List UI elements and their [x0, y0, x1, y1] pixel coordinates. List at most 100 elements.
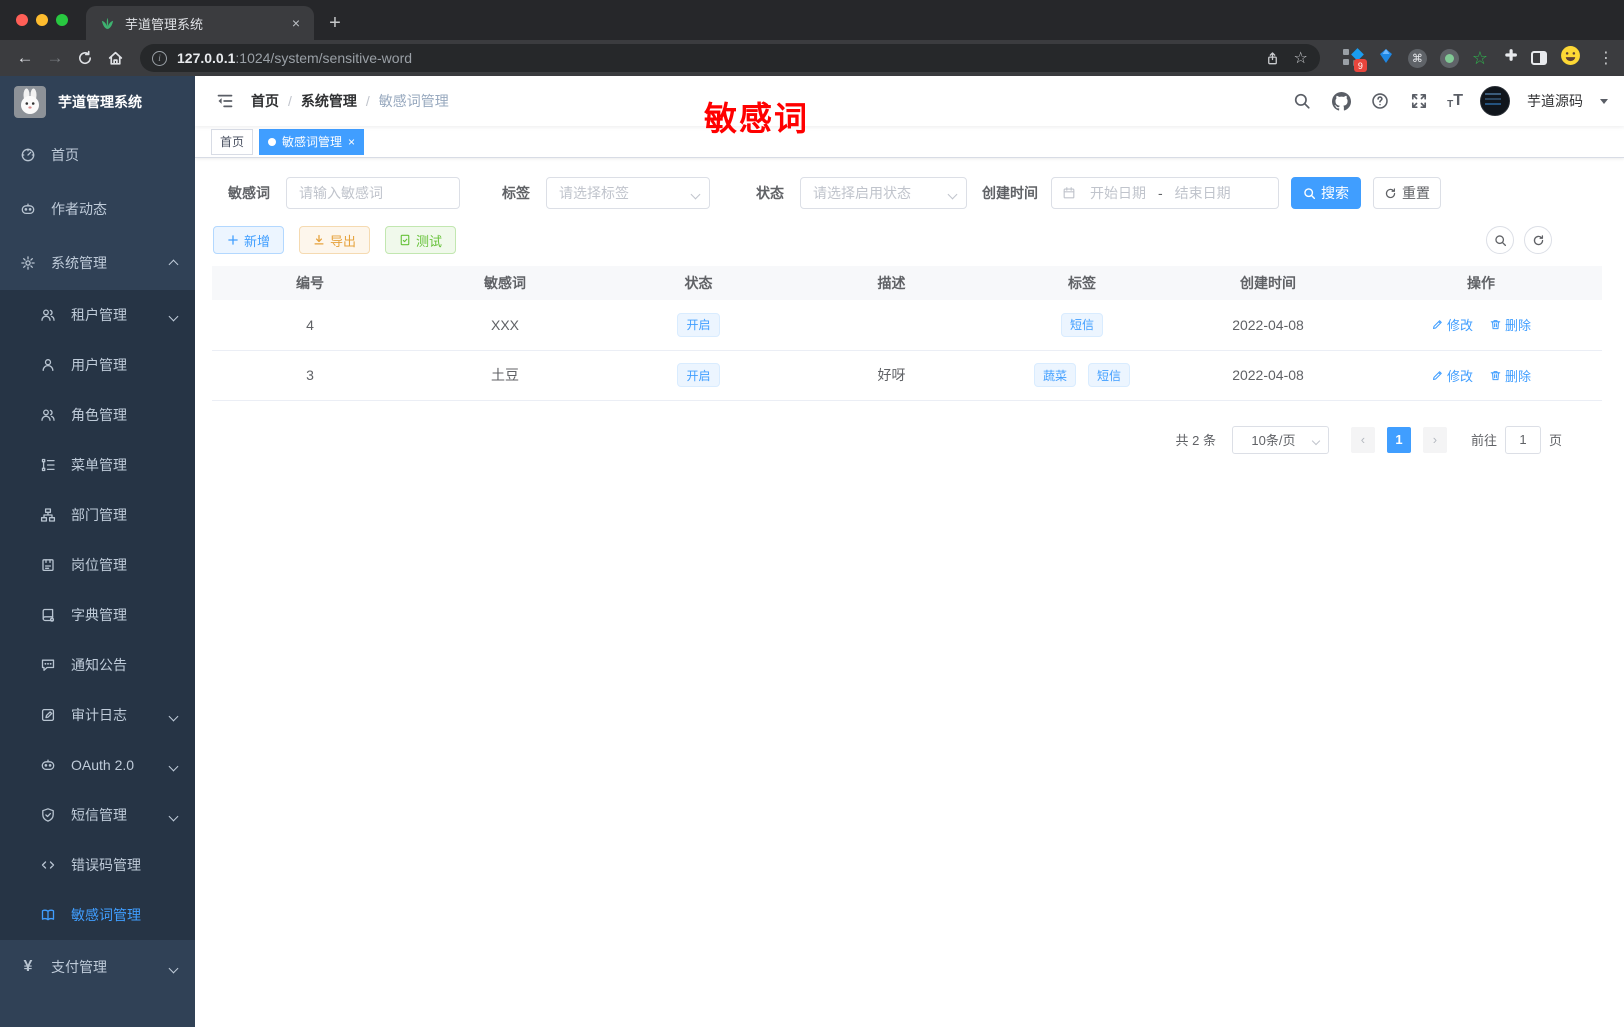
sidebar-item-sensitive-word[interactable]: 敏感词管理 — [0, 890, 195, 940]
tag-sensitive-word[interactable]: 敏感词管理 × — [259, 128, 365, 155]
current-page-button[interactable]: 1 — [1386, 426, 1411, 453]
sidebar-item-post[interactable]: 岗位管理 — [0, 540, 195, 590]
sidebar-item-label: 错误码管理 — [71, 857, 141, 873]
status-badge: 开启 — [677, 363, 720, 387]
sidebar-item-system[interactable]: 系统管理 — [0, 236, 195, 290]
tab-close-icon[interactable]: × — [288, 15, 304, 31]
add-button[interactable]: 新增 — [213, 226, 285, 254]
extension-blocks-icon[interactable]: 9 — [1342, 47, 1367, 72]
side-panel-icon[interactable] — [1531, 51, 1547, 65]
extension-gem-icon[interactable] — [1377, 47, 1395, 70]
header-search-icon[interactable] — [1291, 90, 1313, 112]
page-size-select[interactable]: 10条/页 — [1231, 425, 1329, 454]
table-refresh-button[interactable] — [1524, 226, 1552, 254]
profile-emoji-avatar[interactable] — [1560, 45, 1581, 71]
url-bar[interactable]: i 127.0.0.1 :1024/system/sensitive-word … — [140, 44, 1320, 72]
sidebar-item-role[interactable]: 角色管理 — [0, 390, 195, 440]
delete-link[interactable]: 删除 — [1489, 366, 1531, 385]
sidebar-item-label: OAuth 2.0 — [71, 757, 135, 773]
main-area: 首页 / 系统管理 / 敏感词管理 TT 芋道源码 首页 敏感词管理 × 敏感词… — [195, 76, 1624, 1027]
tag-filter-input[interactable] — [546, 177, 710, 209]
maximize-window-button[interactable] — [56, 14, 68, 26]
search-button-label: 搜索 — [1321, 185, 1349, 201]
open-book-icon — [40, 907, 56, 923]
sidebar-item-author-news[interactable]: 作者动态 — [0, 182, 195, 236]
sidebar-item-menu[interactable]: 菜单管理 — [0, 440, 195, 490]
user-avatar[interactable] — [1480, 86, 1510, 116]
search-button[interactable]: 搜索 — [1291, 177, 1361, 209]
date-end-input[interactable] — [1164, 185, 1241, 201]
help-icon[interactable] — [1369, 90, 1391, 112]
tag-filter-select[interactable] — [546, 177, 710, 209]
breadcrumb-section[interactable]: 系统管理 — [301, 91, 357, 111]
sidebar-item-dept[interactable]: 部门管理 — [0, 490, 195, 540]
cell-created: 2022-04-08 — [1176, 350, 1360, 401]
delete-link-label: 删除 — [1504, 368, 1531, 384]
cell-id: 3 — [212, 350, 408, 401]
forward-button[interactable]: → — [40, 43, 70, 73]
minimize-window-button[interactable] — [36, 14, 48, 26]
sidebar-item-tenant[interactable]: 租户管理 — [0, 290, 195, 340]
add-button-label: 新增 — [244, 233, 271, 249]
date-start-input[interactable] — [1080, 185, 1156, 201]
sidebar-item-errorcode[interactable]: 错误码管理 — [0, 840, 195, 890]
site-info-icon[interactable]: i — [152, 50, 167, 66]
status-filter-select[interactable] — [800, 177, 967, 209]
prev-page-button[interactable]: ‹ — [1350, 426, 1375, 453]
goto-page: 前往 页 — [1471, 425, 1562, 454]
extension-star-icon[interactable]: ☆ — [1472, 49, 1488, 67]
date-range-picker[interactable]: - — [1051, 177, 1279, 209]
browser-tab[interactable]: 芋道管理系统 × — [86, 6, 314, 40]
new-tab-button[interactable]: + — [320, 8, 350, 38]
cell-created: 2022-04-08 — [1176, 300, 1360, 351]
edit-link-label: 修改 — [1447, 368, 1474, 384]
sidebar-item-label: 首页 — [51, 147, 79, 163]
col-created: 创建时间 — [1176, 266, 1360, 300]
sidebar-item-audit-log[interactable]: 审计日志 — [0, 690, 195, 740]
tag-home[interactable]: 首页 — [211, 128, 254, 155]
table-search-toggle-button[interactable] — [1486, 226, 1514, 254]
breadcrumb-home[interactable]: 首页 — [251, 91, 279, 111]
share-icon[interactable] — [1265, 51, 1280, 66]
delete-link[interactable]: 删除 — [1489, 315, 1531, 334]
test-button[interactable]: 测试 — [385, 226, 457, 254]
reset-button[interactable]: 重置 — [1373, 177, 1441, 209]
browser-menu-icon[interactable]: ⋮ — [1598, 48, 1614, 68]
close-window-button[interactable] — [16, 14, 28, 26]
edit-link[interactable]: 修改 — [1431, 315, 1473, 334]
extension-record-icon[interactable] — [1439, 48, 1459, 68]
back-button[interactable]: ← — [10, 43, 40, 73]
word-filter-input[interactable] — [286, 177, 460, 209]
sidebar-item-dict[interactable]: 字典管理 — [0, 590, 195, 640]
font-size-icon[interactable]: TT — [1447, 92, 1463, 110]
tag-close-icon[interactable]: × — [348, 135, 355, 149]
cell-status: 开启 — [602, 350, 795, 401]
goto-suffix: 页 — [1548, 433, 1562, 448]
extension-command-icon[interactable]: ⌘ — [1407, 48, 1427, 68]
col-status: 状态 — [602, 266, 795, 300]
github-icon[interactable] — [1330, 90, 1352, 112]
shield-check-icon — [40, 807, 56, 823]
sidebar-item-sms[interactable]: 短信管理 — [0, 790, 195, 840]
home-button[interactable] — [100, 43, 130, 73]
reload-button[interactable] — [70, 43, 100, 73]
status-filter-input[interactable] — [800, 177, 967, 209]
next-page-button[interactable]: › — [1422, 426, 1447, 453]
sidebar-item-notice[interactable]: 通知公告 — [0, 640, 195, 690]
sidebar-item-pay[interactable]: ¥ 支付管理 — [0, 940, 195, 994]
bookmark-star-icon[interactable]: ☆ — [1294, 48, 1308, 68]
sidebar-item-oauth[interactable]: OAuth 2.0 — [0, 740, 195, 790]
sidebar-fold-icon[interactable] — [211, 87, 239, 115]
sidebar-item-home[interactable]: 首页 — [0, 128, 195, 182]
sidebar-item-label: 菜单管理 — [71, 457, 127, 473]
page-content: 敏感词 标签 状态 创建时间 — [195, 158, 1624, 1027]
roles-icon — [40, 407, 56, 423]
user-menu-caret-icon[interactable] — [1600, 99, 1608, 108]
fullscreen-icon[interactable] — [1408, 90, 1430, 112]
edit-link[interactable]: 修改 — [1431, 366, 1473, 385]
export-button[interactable]: 导出 — [299, 226, 371, 254]
goto-page-input[interactable] — [1504, 425, 1541, 454]
extensions-puzzle-icon[interactable] — [1501, 47, 1518, 69]
sidebar-item-user[interactable]: 用户管理 — [0, 340, 195, 390]
chevron-down-icon — [168, 959, 179, 975]
